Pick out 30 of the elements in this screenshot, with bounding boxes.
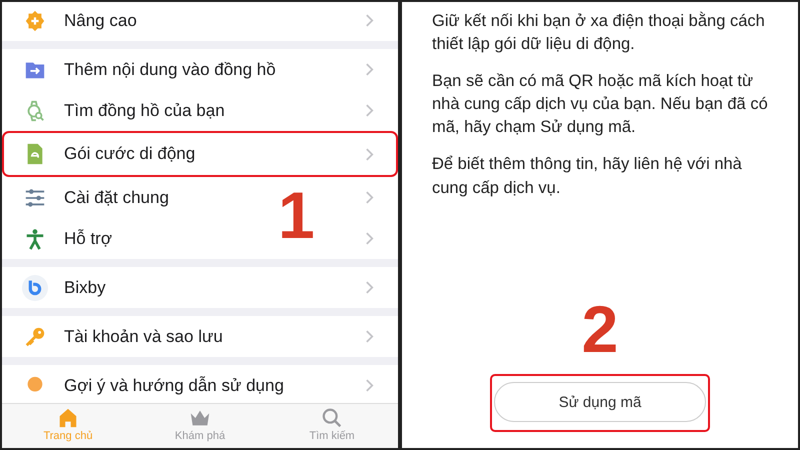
chevron-icon xyxy=(365,146,374,162)
menu-item-label[interactable]: Thêm nội dung vào đồng hồ xyxy=(64,60,276,78)
step-number: 1 xyxy=(278,182,315,248)
menu-item-label[interactable]: Cài đặt chung xyxy=(64,188,169,206)
chevron-icon xyxy=(365,231,374,246)
menu-item-label[interactable]: Gói cước di động xyxy=(64,144,196,163)
menu-item-label[interactable]: Bixby xyxy=(64,278,106,296)
chevron-icon xyxy=(365,103,374,118)
chevron-icon xyxy=(365,62,374,77)
info-paragraph: Để biết thêm thông tin, hãy liên hệ với nhà cung cấp dịch vụ. xyxy=(432,154,743,199)
key-icon xyxy=(24,326,46,348)
chevron-icon xyxy=(365,13,374,28)
bixby-icon xyxy=(22,274,48,300)
chevron-icon xyxy=(365,378,374,393)
gear-plus-icon xyxy=(24,10,46,32)
chevron-icon xyxy=(365,329,374,344)
accessibility-icon xyxy=(24,228,46,250)
menu-item-label[interactable]: Hỗ trợ xyxy=(64,228,112,248)
sliders-icon xyxy=(24,186,46,208)
chevron-icon xyxy=(365,190,374,205)
menu-item-label[interactable]: Tài khoản và sao lưu xyxy=(64,326,223,346)
info-paragraph: Giữ kết nối khi bạn ở xa điện thoại bằng cách thiết lập gói dữ liệu di động. xyxy=(432,10,766,56)
chevron-icon xyxy=(365,280,374,295)
menu-item-label[interactable]: Tìm đồng hồ của bạn xyxy=(64,100,225,120)
info-paragraph: Bạn sẽ cần có mã QR hoặc mã kích hoạt từ nhà cung cấp dịch vụ của bạn. Nếu bạn đã có mã, hãy chạm Sử dụng mã. xyxy=(432,71,768,138)
menu-item-label[interactable]: Nâng cao xyxy=(64,10,137,30)
use-code-button[interactable]: Sử dụng mã xyxy=(494,382,706,422)
search-icon xyxy=(321,407,343,429)
home-icon xyxy=(57,407,79,429)
step-number: 2 xyxy=(580,296,620,362)
